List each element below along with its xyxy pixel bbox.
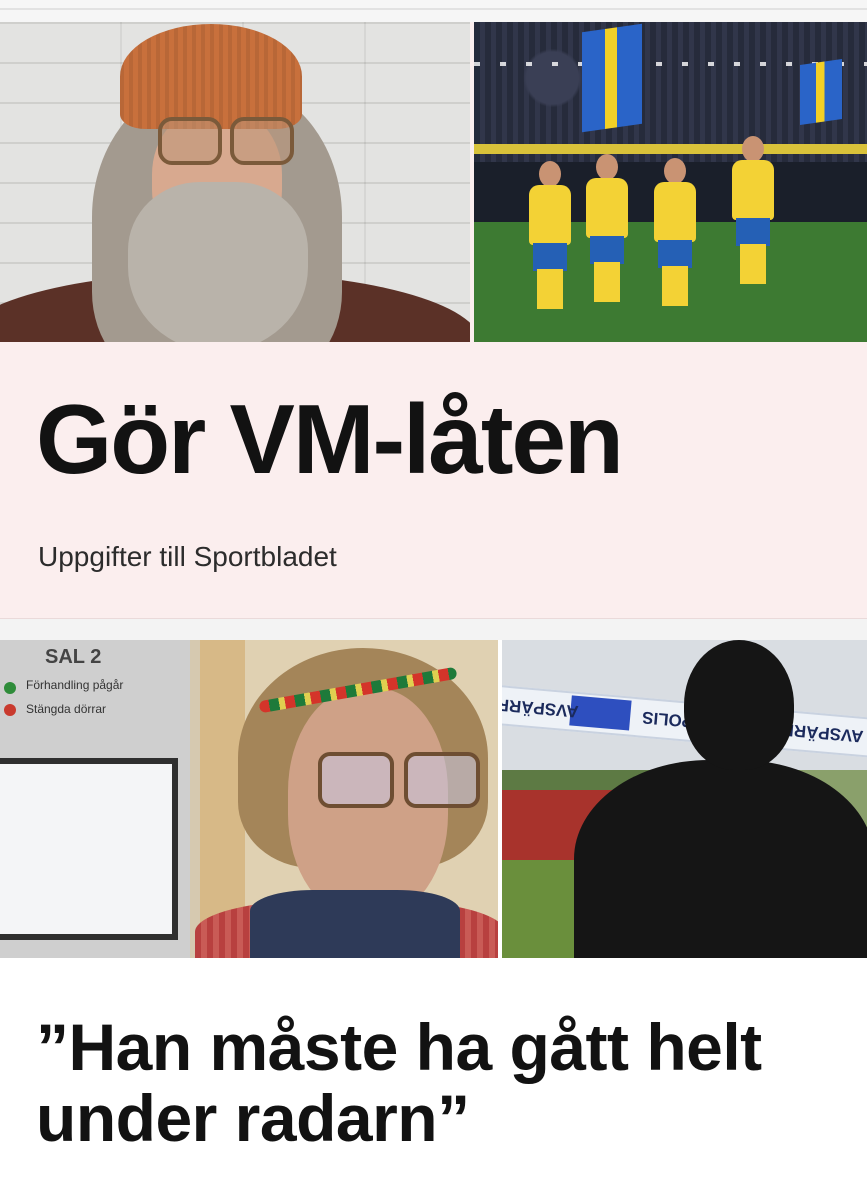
tape-text-left: AVSPÄRR [502,694,580,722]
article-card-vm-laten[interactable]: Gör VM-låten Uppgifter till Sportbladet [0,22,867,619]
article-image-man-with-headband[interactable]: SAL 2 Förhandling pågår Stängda dörrar [0,640,498,958]
top-separator [0,0,867,22]
courtroom-sign-title: SAL 2 [45,646,102,668]
courtroom-sign-line2: Stängda dörrar [26,702,107,716]
article-image-row [0,22,867,342]
article-image-police-tape-silhouette[interactable]: AVSPÄRR POLIS AVSPÄRR [502,640,867,958]
article-image-row: SAL 2 Förhandling pågår Stängda dörrar A… [0,640,867,958]
article-image-football-team[interactable] [474,22,867,342]
article-headline[interactable]: Gör VM-låten [36,390,624,488]
article-subtitle: Uppgifter till Sportbladet [38,541,337,572]
courtroom-screen [0,758,178,940]
article-headline[interactable]: ”Han måste ha gått helt under radarn” [36,1011,856,1155]
article-card-radarn[interactable]: SAL 2 Förhandling pågår Stängda dörrar A… [0,640,867,1200]
article-image-bearded-man[interactable] [0,22,470,342]
status-dot-red [4,704,16,716]
courtroom-sign-line1: Förhandling pågår [26,678,124,692]
status-dot-green [4,682,16,694]
